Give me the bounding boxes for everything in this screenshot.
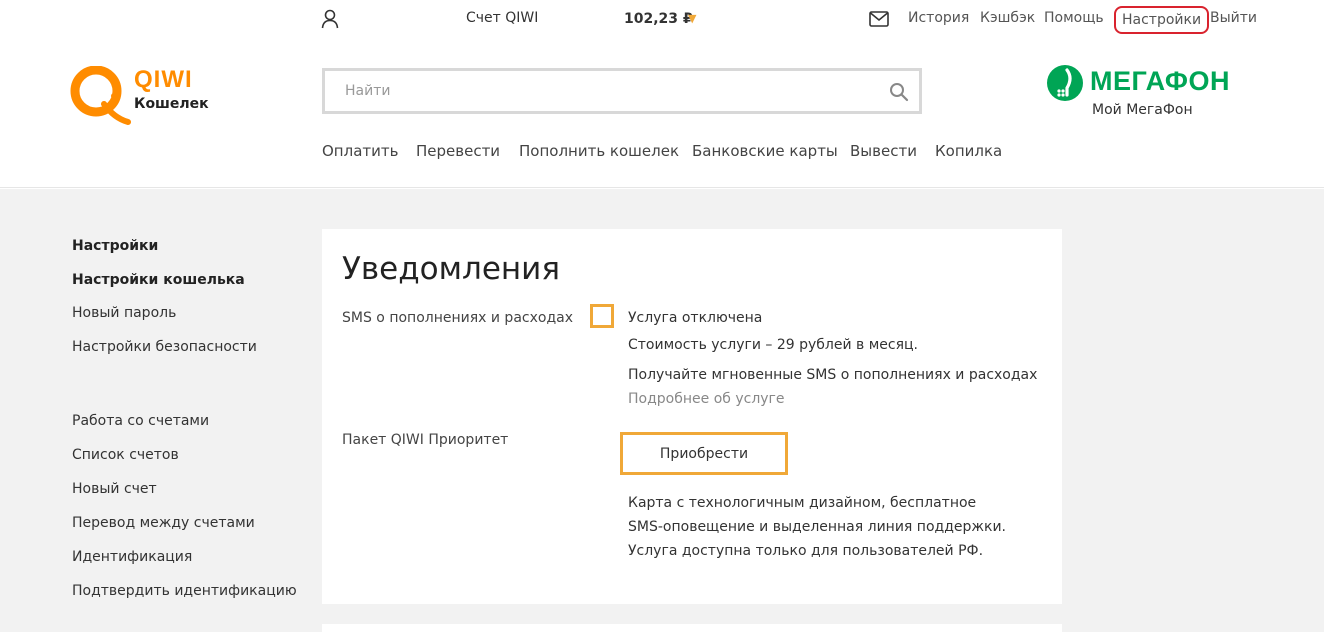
nav-bank-cards[interactable]: Банковские карты [692,142,838,160]
nav-pay[interactable]: Оплатить [322,142,398,160]
buy-button[interactable]: Приобрести [620,432,788,475]
mail-icon[interactable] [869,11,889,27]
sms-status: Услуга отключена [628,310,763,326]
sms-more-link[interactable]: Подробнее об услуге [628,391,785,407]
sms-label: SMS о пополнениях и расходах [342,310,573,326]
sidebar-heading-settings[interactable]: Настройки [72,238,158,254]
logout-link[interactable]: Выйти [1210,10,1257,26]
header: Счет QIWI 102,23 ₽ ▼ История Кэшбэк Помо… [0,0,1324,188]
nav-transfer[interactable]: Перевести [416,142,500,160]
priority-label: Пакет QIWI Приоритет [342,432,509,448]
search-box [322,68,922,114]
sidebar-item-confirm-identification[interactable]: Подтвердить идентификацию [72,583,297,599]
cashback-link[interactable]: Кэшбэк [980,10,1035,26]
sidebar-item-wallet-settings[interactable]: Настройки кошелька [72,272,245,288]
history-link[interactable]: История [908,10,969,26]
nav-withdraw[interactable]: Вывести [850,142,917,160]
nav-piggy-bank[interactable]: Копилка [935,142,1002,160]
help-link[interactable]: Помощь [1044,10,1104,26]
megafon-logo-icon [1047,65,1083,101]
sidebar-item-identification[interactable]: Идентификация [72,549,192,565]
search-input[interactable] [325,71,919,111]
logo-subtitle: Кошелек [134,96,209,112]
sms-cost: Стоимость услуги – 29 рублей в месяц. [628,337,919,353]
megafon-logo[interactable]: МЕГАФОН Мой МегаФон [1046,64,1256,124]
sms-info: Получайте мгновенные SMS о пополнениях и… [628,367,1038,383]
sidebar-item-account-list[interactable]: Список счетов [72,447,179,463]
sidebar-item-new-password[interactable]: Новый пароль [72,305,176,321]
logo-wordmark: QIWI [134,66,193,93]
nav-top-up[interactable]: Пополнить кошелек [519,142,679,160]
settings-link[interactable]: Настройки [1114,6,1210,34]
search-icon[interactable] [889,82,909,102]
user-icon[interactable] [321,9,339,29]
sidebar-item-security-settings[interactable]: Настройки безопасности [72,339,257,355]
next-card [322,624,1062,632]
sidebar-heading-accounts[interactable]: Работа со счетами [72,413,209,429]
sms-checkbox[interactable] [590,304,614,328]
sidebar-item-transfer-between-accounts[interactable]: Перевод между счетами [72,515,255,531]
page-title: Уведомления [342,251,560,287]
qiwi-logo[interactable]: QIWI Кошелек [70,66,210,126]
balance-dropdown-icon[interactable]: ▼ [688,12,696,25]
qiwi-logo-icon [70,66,131,125]
megafon-subtitle: Мой МегаФон [1092,102,1193,118]
megafon-wordmark: МЕГАФОН [1090,66,1230,96]
notifications-card: Уведомления SMS о пополнениях и расходах… [322,229,1062,604]
priority-description: Карта с технологичным дизайном, бесплатн… [628,495,1006,559]
balance-value[interactable]: 102,23 ₽ [624,11,693,27]
account-label[interactable]: Счет QIWI [466,10,538,26]
sidebar-item-new-account[interactable]: Новый счет [72,481,157,497]
